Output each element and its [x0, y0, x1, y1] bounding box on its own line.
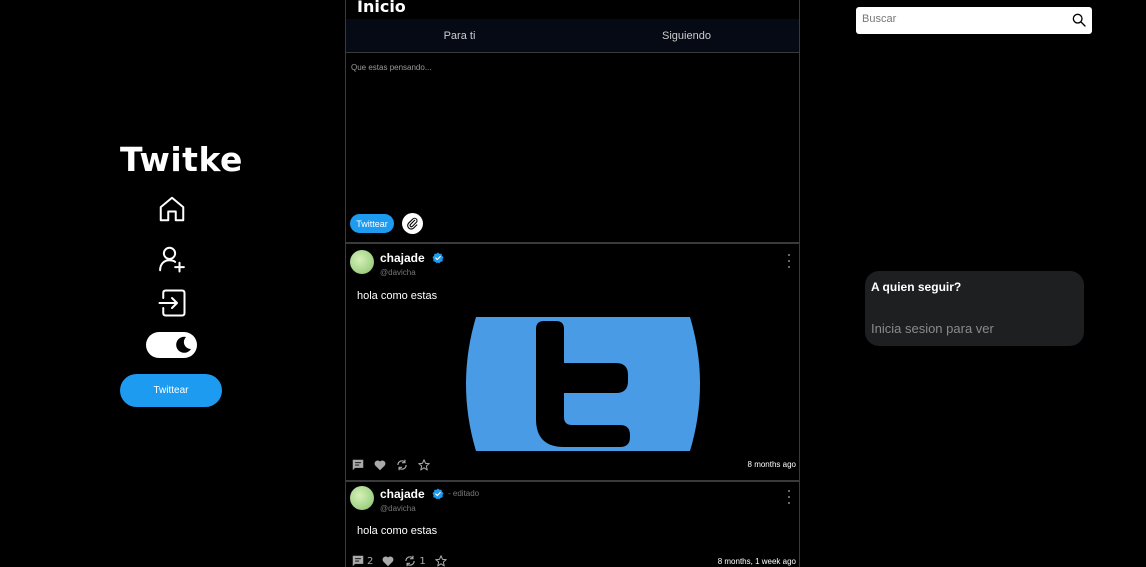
- feed-tabs: Para ti Siguiendo: [346, 19, 799, 53]
- post-timestamp: 8 months, 1 week ago: [717, 557, 796, 566]
- search-icon[interactable]: [1071, 12, 1087, 28]
- post-handle: @davicha: [380, 504, 416, 513]
- post-username[interactable]: chajade: [380, 251, 425, 265]
- moon-icon: [176, 336, 191, 353]
- page-title: Inicio: [357, 0, 406, 16]
- star-icon[interactable]: [417, 458, 431, 472]
- composer-input[interactable]: Que estas pensando...: [351, 63, 432, 72]
- post-actions: 2 1: [351, 554, 448, 567]
- app-root: Twitke Twittear Inicio Para ti Siguiendo…: [0, 0, 1146, 567]
- verified-badge-icon: [432, 488, 444, 500]
- composer-tweet-button[interactable]: Twittear: [350, 214, 394, 233]
- comment-count: 2: [367, 555, 374, 567]
- retweet-icon[interactable]: [403, 554, 417, 567]
- login-icon[interactable]: [156, 287, 188, 319]
- star-icon[interactable]: [434, 554, 448, 567]
- left-nav: Twitke Twittear: [0, 0, 345, 567]
- avatar[interactable]: [350, 486, 374, 510]
- who-to-follow-card: A quien seguir? Inicia sesion para ver: [865, 271, 1084, 346]
- post-text: hola como estas: [357, 525, 438, 537]
- nav-tweet-button[interactable]: Twittear: [120, 374, 222, 407]
- comment-icon[interactable]: [351, 458, 365, 472]
- more-options-icon[interactable]: [788, 490, 792, 504]
- attach-button[interactable]: [402, 213, 423, 234]
- tab-para-ti[interactable]: Para ti: [346, 19, 573, 52]
- comment-icon[interactable]: [351, 554, 365, 567]
- post-image[interactable]: [464, 317, 702, 451]
- follow-message: Inicia sesion para ver: [871, 321, 994, 336]
- add-user-icon[interactable]: [156, 243, 188, 275]
- post-timestamp: 8 months ago: [747, 460, 796, 469]
- edited-label: - editado: [448, 489, 480, 498]
- verified-badge-icon: [432, 252, 444, 264]
- theme-toggle[interactable]: [146, 332, 197, 358]
- brand-logo[interactable]: Twitke: [120, 140, 243, 179]
- post-username[interactable]: chajade: [380, 487, 425, 501]
- tab-siguiendo[interactable]: Siguiendo: [573, 19, 799, 52]
- heart-icon[interactable]: [381, 554, 395, 567]
- retweet-count: 1: [419, 555, 426, 567]
- post-card[interactable]: chajade @davicha hola como estas 8 month…: [346, 246, 799, 482]
- home-icon[interactable]: [156, 193, 188, 225]
- heart-icon[interactable]: [373, 458, 387, 472]
- main-feed: Inicio Para ti Siguiendo Que estas pensa…: [345, 0, 800, 567]
- tweet-composer: Que estas pensando... Twittear: [346, 53, 799, 244]
- search-box[interactable]: Buscar: [856, 7, 1092, 34]
- post-card[interactable]: chajade - editado @davicha hola como est…: [346, 482, 799, 567]
- post-text: hola como estas: [357, 290, 438, 302]
- paperclip-icon: [407, 217, 418, 230]
- follow-title: A quien seguir?: [871, 280, 962, 294]
- post-handle: @davicha: [380, 268, 416, 277]
- avatar[interactable]: [350, 250, 374, 274]
- search-input[interactable]: Buscar: [862, 13, 896, 25]
- post-actions: [351, 458, 431, 472]
- more-options-icon[interactable]: [788, 254, 792, 268]
- retweet-icon[interactable]: [395, 458, 409, 472]
